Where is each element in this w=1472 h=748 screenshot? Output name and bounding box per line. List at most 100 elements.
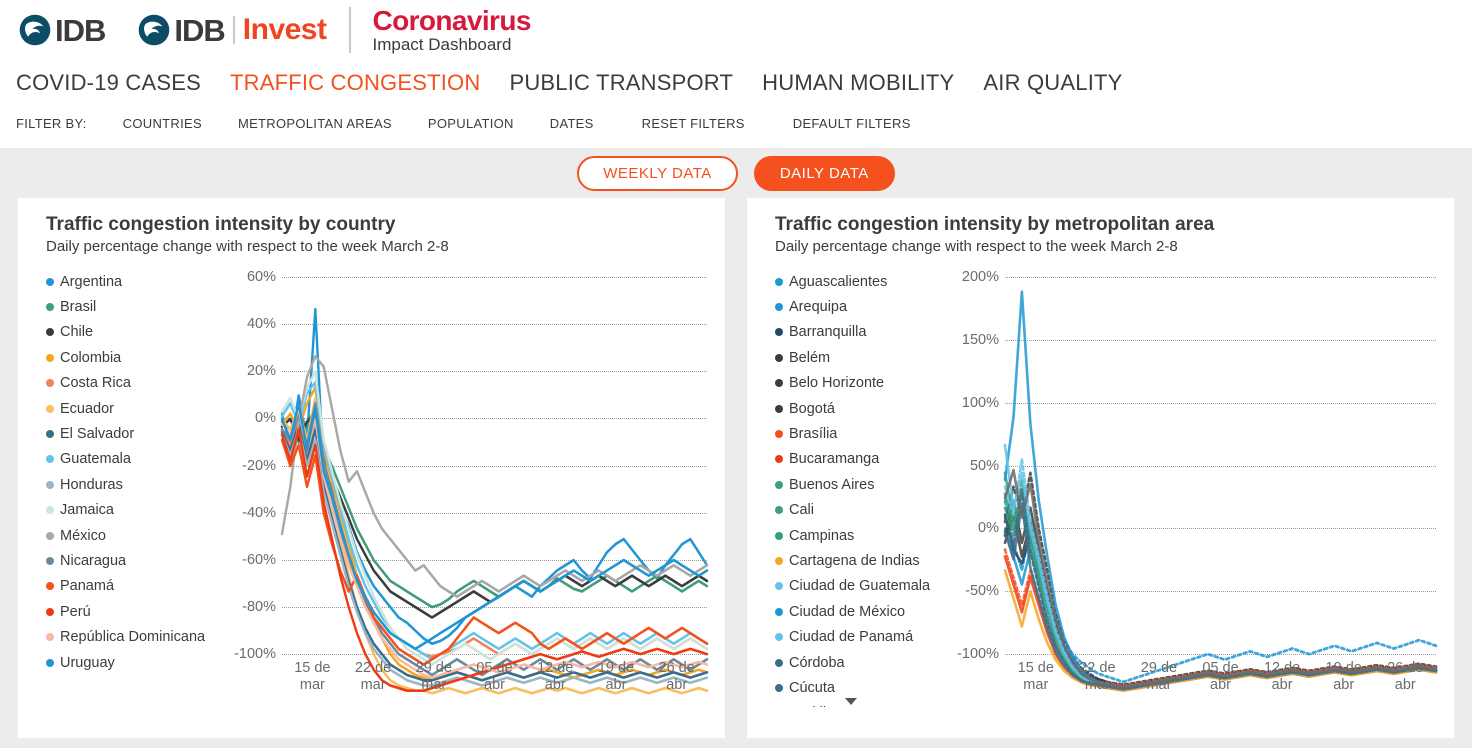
legend-item[interactable]: Colombia: [46, 345, 224, 370]
metro-plot: 200% 150% 100% 50% 0% -50% -100% 15 de mar 22 de…: [947, 269, 1440, 707]
legend-item[interactable]: Brasil: [46, 294, 224, 319]
legend-color-dot: [46, 556, 54, 565]
legend-item[interactable]: Uruguay: [46, 650, 224, 675]
legend-label: Perú: [60, 603, 91, 620]
charts-container: Traffic congestion intensity by country …: [0, 198, 1472, 738]
legend-label: Colombia: [60, 349, 122, 366]
daily-data-button[interactable]: DAILY DATA: [753, 155, 895, 191]
nav-item-covid-cases[interactable]: COVID-19 CASES: [16, 70, 201, 96]
legend-item[interactable]: Jamaica: [46, 498, 224, 523]
legend-item[interactable]: Ecuador: [46, 396, 224, 421]
legend-label: Barranquilla: [789, 324, 867, 341]
filter-dates[interactable]: DATES: [550, 116, 594, 131]
legend-label: Córdoba: [789, 654, 845, 671]
legend-item[interactable]: Belém: [775, 345, 947, 370]
legend-color-dot: [775, 531, 783, 540]
legend-item[interactable]: Ciudad de Panamá: [775, 624, 947, 649]
legend-label: Campinas: [789, 527, 855, 544]
metro-chart-title: Traffic congestion intensity by metropol…: [775, 214, 1215, 235]
legend-item[interactable]: El Salvador: [46, 421, 224, 446]
dashboard-page: IDB IDB Invest Coronavirus Impact Dashbo…: [0, 0, 1472, 748]
x-axis-tick-label: 29 de mar: [415, 660, 452, 693]
legend-item[interactable]: Honduras: [46, 472, 224, 497]
nav-item-human-mobility[interactable]: HUMAN MOBILITY: [762, 70, 954, 96]
legend-color-dot: [775, 404, 783, 413]
legend-color-dot: [46, 582, 54, 591]
legend-item[interactable]: Barranquilla: [775, 320, 947, 345]
legend-item[interactable]: México: [46, 523, 224, 548]
metro-series-lines: [1003, 290, 1438, 692]
legend-color-dot: [46, 531, 54, 540]
idb-logo[interactable]: IDB: [18, 13, 106, 47]
legend-item[interactable]: Chile: [46, 320, 224, 345]
metro-x-axis: 15 de mar 22 de mar 29 de mar 05 de abr 12 de abr…: [1005, 660, 1436, 693]
legend-label: Honduras: [60, 476, 123, 493]
legend-item[interactable]: Bucaramanga: [775, 447, 947, 472]
legend-item[interactable]: Córdoba: [775, 650, 947, 675]
legend-color-dot: [46, 303, 54, 312]
legend-color-dot: [46, 506, 54, 515]
filter-population[interactable]: POPULATION: [428, 116, 514, 131]
legend-item[interactable]: Costa Rica: [46, 371, 224, 396]
legend-label: Aguascalientes: [789, 273, 888, 290]
legend-label: México: [60, 527, 106, 544]
legend-item[interactable]: Bogotá: [775, 396, 947, 421]
legend-color-dot: [46, 328, 54, 337]
legend-color-dot: [775, 582, 783, 591]
legend-item[interactable]: Belo Horizonte: [775, 371, 947, 396]
legend-item[interactable]: Perú: [46, 599, 224, 624]
idb-globe-icon: [19, 14, 51, 46]
legend-color-dot: [46, 455, 54, 464]
legend-label: Ecuador: [60, 400, 115, 417]
reset-filters-button[interactable]: RESET FILTERS: [642, 116, 745, 131]
country-chart-panel: Traffic congestion intensity by country …: [18, 198, 725, 738]
legend-item[interactable]: Arequipa: [775, 294, 947, 319]
legend-label: Bucaramanga: [789, 451, 880, 468]
legend-label: Panamá: [60, 578, 115, 595]
chevron-down-icon[interactable]: [845, 698, 857, 705]
nav-item-air-quality[interactable]: AIR QUALITY: [983, 70, 1122, 96]
data-granularity-toggle: WEEKLY DATA DAILY DATA: [0, 148, 1472, 198]
nav-item-public-transport[interactable]: PUBLIC TRANSPORT: [509, 70, 733, 96]
legend-item[interactable]: Nicaragua: [46, 548, 224, 573]
legend-item[interactable]: Buenos Aires: [775, 472, 947, 497]
legend-item[interactable]: Campinas: [775, 523, 947, 548]
legend-item[interactable]: Ciudad de Guatemala: [775, 574, 947, 599]
series-line: [280, 386, 709, 682]
legend-item[interactable]: Aguascalientes: [775, 269, 947, 294]
legend-color-dot: [775, 277, 783, 286]
legend-item[interactable]: Cúcuta: [775, 675, 947, 700]
series-line: [280, 370, 709, 666]
legend-color-dot: [46, 633, 54, 642]
legend-label: Ciudad de Guatemala: [789, 578, 931, 595]
legend-item[interactable]: República Dominicana: [46, 624, 224, 649]
x-axis-tick-label: 05 de abr: [1202, 660, 1239, 693]
filter-metropolitan-areas[interactable]: METROPOLITAN AREAS: [238, 116, 392, 131]
filter-bar: FILTER BY: COUNTRIES METROPOLITAN AREAS …: [16, 116, 947, 131]
legend-label: Nicaragua: [60, 552, 127, 569]
country-chart-title: Traffic congestion intensity by country: [46, 214, 396, 235]
weekly-data-button[interactable]: WEEKLY DATA: [577, 155, 738, 191]
legend-label: Brasil: [60, 299, 97, 316]
legend-label: Costa Rica: [60, 375, 131, 392]
legend-label: El Salvador: [60, 426, 135, 443]
legend-item[interactable]: Panamá: [46, 574, 224, 599]
filter-countries[interactable]: COUNTRIES: [123, 116, 202, 131]
header-divider: [348, 7, 351, 53]
country-chart-subtitle: Daily percentage change with respect to …: [46, 238, 449, 255]
idb-invest-logo[interactable]: IDB Invest: [137, 13, 327, 47]
legend-color-dot: [46, 607, 54, 616]
legend-item[interactable]: Curitiba: [775, 701, 947, 707]
logo-bar: IDB IDB Invest Coronavirus Impact Dashbo…: [18, 4, 531, 56]
legend-item[interactable]: Cali: [775, 498, 947, 523]
legend-item[interactable]: Ciudad de México: [775, 599, 947, 624]
legend-label: Uruguay: [60, 654, 115, 671]
nav-item-traffic-congestion[interactable]: TRAFFIC CONGESTION: [230, 70, 481, 96]
legend-label: Cali: [789, 502, 814, 519]
legend-item[interactable]: Cartagena de Indias: [775, 548, 947, 573]
default-filters-button[interactable]: DEFAULT FILTERS: [793, 116, 911, 131]
x-axis-tick-label: 12 de abr: [537, 660, 574, 693]
legend-item[interactable]: Argentina: [46, 269, 224, 294]
legend-item[interactable]: Brasília: [775, 421, 947, 446]
legend-item[interactable]: Guatemala: [46, 447, 224, 472]
